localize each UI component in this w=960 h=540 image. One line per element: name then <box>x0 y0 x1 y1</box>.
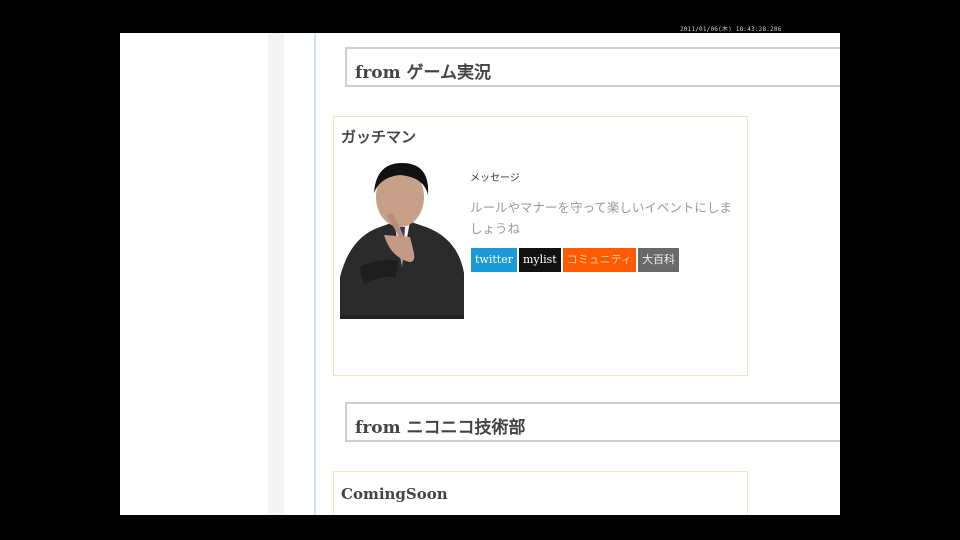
message-text: ルールやマナーを守って楽しいイベントにしましょうね <box>470 200 732 236</box>
avatar <box>340 157 464 319</box>
link-buttons: twitter mylist コミュニティ 大百科 <box>471 248 680 272</box>
user-card-coming-soon: ComingSoon <box>333 471 748 515</box>
card-title: ComingSoon <box>341 485 448 503</box>
section-header-title: from ゲーム実況 <box>355 63 492 83</box>
section-header-title: from ニコニコ技術部 <box>355 418 526 438</box>
avatar-icon <box>340 157 464 319</box>
user-card-gachiman: ガッチマン メッセージ ルールやマナーを守って楽しいイベントにしましょうね tw… <box>333 116 748 376</box>
section-header-tech: from ニコニコ技術部 <box>345 402 840 442</box>
side-strip <box>268 33 284 515</box>
card-title: ガッチマン <box>341 128 417 146</box>
twitter-button[interactable]: twitter <box>471 248 517 272</box>
daihyakka-button[interactable]: 大百科 <box>638 248 680 272</box>
community-button[interactable]: コミュニティ <box>562 248 637 272</box>
timestamp: 2011/01/06(木) 18:43:28.286 <box>680 26 782 33</box>
mylist-button[interactable]: mylist <box>518 248 561 272</box>
content-divider <box>314 23 316 515</box>
message-label: メッセージ <box>470 173 520 184</box>
browser-viewport: from ゲーム実況 ガッチマン メッセージ ルールやマナーを守って楽しいイベン… <box>120 23 840 515</box>
section-header-game: from ゲーム実況 <box>345 47 840 87</box>
